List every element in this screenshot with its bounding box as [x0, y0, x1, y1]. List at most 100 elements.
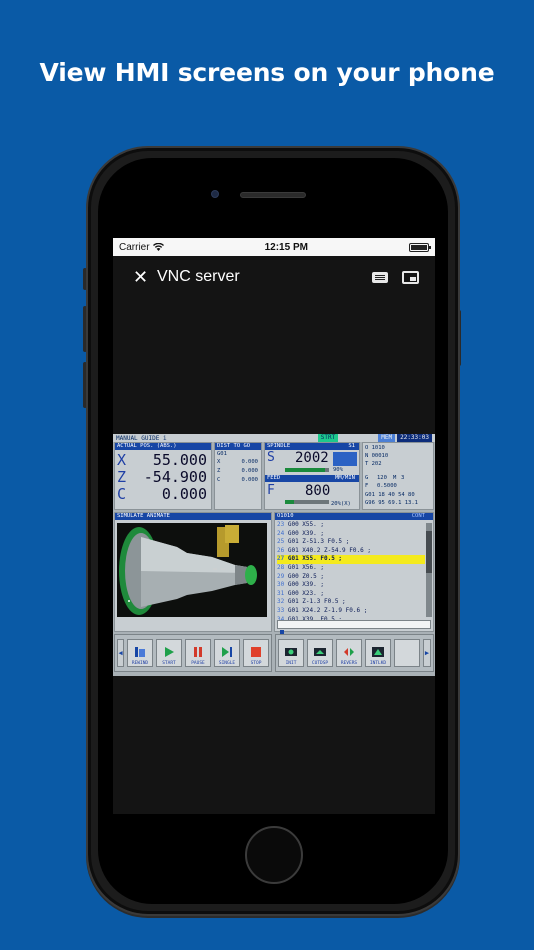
program-line[interactable]: 28 G01 X56. ; [277, 564, 425, 573]
battery-icon [408, 242, 431, 252]
hmi-top-line: MANUAL GUIDE i STRT MEM 22:33:03 [113, 434, 435, 442]
program-number: O 1010 [365, 445, 385, 451]
program-line-number: 33 [277, 606, 285, 614]
softkey-start[interactable]: START [156, 639, 182, 667]
program-line[interactable]: 31 G00 X23. ; [277, 590, 425, 599]
single-icon [222, 647, 232, 657]
carrier-label: Carrier [119, 241, 150, 253]
axis-z-label: Z [117, 468, 127, 486]
program-line-text: G00 X39. ; [287, 529, 324, 537]
nav-bar: ✕ VNC server [113, 256, 435, 298]
softkey-label: SINGLE [218, 661, 236, 666]
program-line-text: G01 X40.2 Z-54.9 F0.6 ; [287, 546, 371, 554]
softkey-pause[interactable]: PAUSE [185, 639, 211, 667]
program-line-number: 26 [277, 546, 285, 554]
intlkd-icon [372, 647, 384, 657]
modal-g-value: 120 [377, 475, 387, 481]
program-line-text: G01 X24.2 Z-1.9 F0.6 ; [287, 606, 368, 614]
softkey-rewind[interactable]: REWIND [127, 639, 153, 667]
modal-f-label: F [365, 483, 369, 489]
program-line-number: 28 [277, 563, 285, 571]
stop-icon [251, 647, 261, 657]
softkey-revers[interactable]: REVERS [336, 639, 362, 667]
softkey-intlkd[interactable]: INTLKD [365, 639, 391, 667]
program-line[interactable]: 26 G01 X40.2 Z-54.9 F0.6 ; [277, 547, 425, 556]
modal-m-label: M [393, 475, 397, 481]
keyboard-icon[interactable] [372, 271, 388, 283]
softkey-prev-arrow[interactable]: ◀ [117, 639, 124, 667]
program-line-number: 29 [277, 572, 285, 580]
softkey-empty[interactable] [394, 639, 420, 667]
softkey-single[interactable]: SINGLE [214, 639, 240, 667]
spindle-s-label: S [267, 450, 275, 465]
spindle-speed: 2002 [295, 450, 329, 466]
softkey-label: REVERS [340, 661, 358, 666]
earpiece-speaker [240, 192, 306, 198]
spindle-load-bar [285, 468, 325, 472]
axis-x-value: 55.000 [152, 451, 207, 469]
axis-x-label: X [117, 451, 127, 469]
softkey-label: REWIND [131, 661, 149, 666]
status-time: 12:15 PM [264, 241, 308, 253]
program-scrollbar[interactable] [426, 523, 432, 617]
picture-in-picture-icon[interactable] [402, 270, 419, 284]
program-line-text: G01 Z-51.3 F0.5 ; [287, 538, 350, 546]
init-icon [285, 648, 297, 656]
mdi-input-line[interactable] [277, 620, 431, 636]
close-icon[interactable]: ✕ [133, 267, 155, 288]
program-line-text: G00 X23. ; [287, 589, 324, 597]
program-line[interactable]: 27 G01 X55. F0.5 ; [277, 555, 425, 564]
spindle-gauge-icon [333, 452, 357, 466]
status-bar: Carrier 12:15 PM [113, 238, 435, 256]
start-icon [165, 647, 174, 657]
program-line[interactable]: 33 G01 X24.2 Z-1.9 F0.6 ; [277, 607, 425, 616]
hmi-mem-tag: MEM [378, 434, 396, 442]
program-line-number: 25 [277, 538, 285, 546]
hmi-remote-screen[interactable]: MANUAL GUIDE i STRT MEM 22:33:03 ACTUAL … [113, 434, 435, 676]
rewind-icon [135, 647, 145, 657]
softkey-label: INIT [285, 661, 297, 666]
program-line[interactable]: 29 G00 Z0.5 ; [277, 573, 425, 582]
softkey-init[interactable]: INIT [278, 639, 304, 667]
tool-number: T 202 [365, 461, 382, 467]
home-button[interactable] [245, 826, 303, 884]
program-name: O1010 [277, 513, 294, 519]
spindle-id: S1 [348, 443, 355, 449]
program-line[interactable]: 24 G00 X39. ; [277, 530, 425, 539]
modal-m-value: 3 [401, 475, 405, 481]
dist-x-label: X [217, 459, 221, 465]
program-line[interactable]: 32 G01 Z-1.3 F0.5 ; [277, 598, 425, 607]
softkey-bar-left: ◀ REWIND START PAUSE SINGLE STOP [114, 634, 272, 672]
softkey-label: PAUSE [191, 661, 205, 666]
axis-z-value: -54.900 [143, 468, 207, 486]
program-line-text: G00 Z0.5 ; [287, 572, 324, 580]
hmi-clock: 22:33:03 [397, 434, 432, 442]
actual-pos-header: ACTUAL POS. (ABS.) [115, 443, 211, 450]
dist-code: G01 [217, 451, 227, 457]
feed-header: FEED [267, 475, 281, 481]
nav-title: VNC server [157, 268, 240, 285]
program-line-text: G00 X55. ; [287, 521, 324, 528]
program-line-text: G01 X55. F0.5 ; [287, 555, 343, 563]
softkey-stop[interactable]: STOP [243, 639, 269, 667]
front-camera-icon [211, 190, 219, 198]
program-line[interactable]: 30 G00 X39. ; [277, 581, 425, 590]
modal-gcodes-2: G96 95 69.1 13.1 [365, 500, 418, 506]
hmi-mode: MANUAL GUIDE i [116, 434, 167, 442]
dist-z-label: Z [217, 468, 221, 474]
softkey-bar-right: INIT CUTDSP REVERS INTLKD ▶ [275, 634, 434, 672]
program-tag: CONT [411, 513, 425, 519]
program-line[interactable]: 23 G00 X55. ; [277, 521, 425, 530]
program-listing[interactable]: 23 G00 X55. ; 24 G00 X39. ; 25 G01 Z-51.3 … [275, 521, 425, 623]
program-line[interactable]: 25 G01 Z-51.3 F0.5 ; [277, 538, 425, 547]
program-line-number: 30 [277, 581, 285, 589]
modal-gcodes-1: G01 18 40 54 80 [365, 492, 415, 498]
softkey-cutdsp[interactable]: CUTDSP [307, 639, 333, 667]
workpiece-render-icon [119, 525, 257, 615]
program-line-number: 32 [277, 598, 285, 606]
softkey-next-arrow[interactable]: ▶ [423, 639, 431, 667]
feed-value: 800 [305, 483, 331, 499]
program-line-number: 31 [277, 589, 285, 597]
dist-z-value: 0.000 [241, 468, 258, 474]
sequence-number: N 00010 [365, 453, 389, 459]
